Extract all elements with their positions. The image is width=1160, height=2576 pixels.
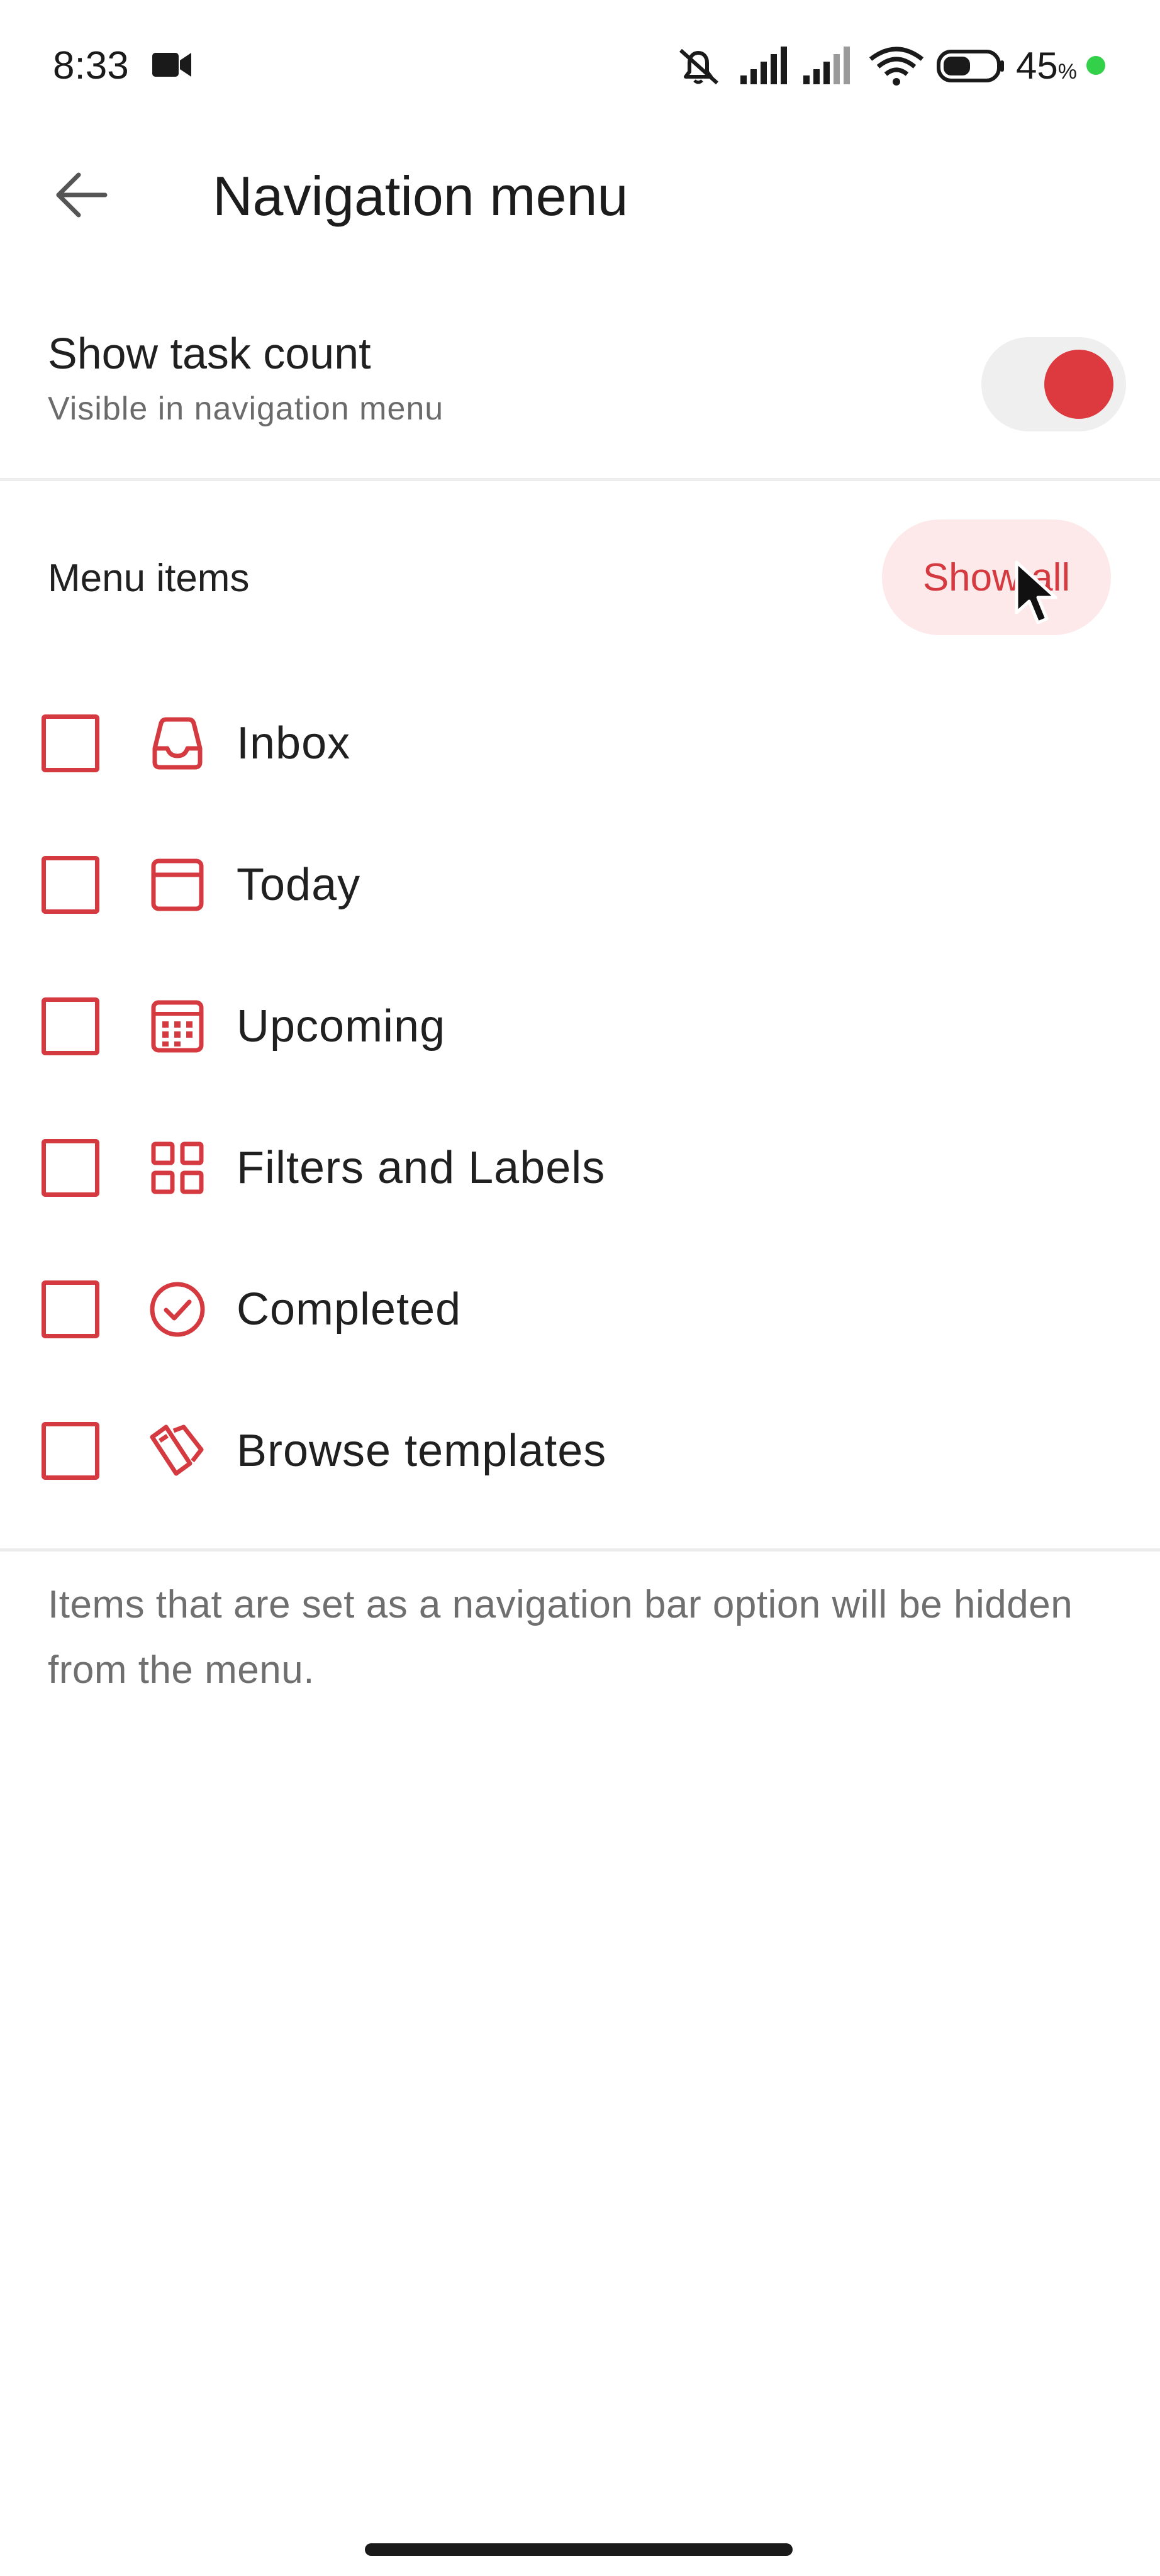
status-time: 8:33 (53, 44, 129, 87)
battery-percentage: 45% (1016, 45, 1077, 87)
setting-title: Show task count (48, 329, 371, 378)
menu-item-label: Upcoming (237, 1001, 446, 1052)
menu-item-label: Inbox (237, 718, 351, 769)
show-all-button[interactable]: Show all (882, 519, 1111, 635)
mute-notifications-icon (679, 48, 719, 85)
menu-item-label: Completed (237, 1284, 462, 1335)
show-task-count-row[interactable]: Show task count Visible in navigation me… (0, 327, 1160, 478)
grid-icon (151, 1141, 204, 1194)
signal-strength-icon (740, 47, 787, 84)
menu-item-inbox[interactable]: Inbox (0, 692, 1160, 792)
today-checkbox[interactable] (42, 856, 99, 914)
menu-item-completed[interactable]: Completed (0, 1258, 1160, 1358)
charging-dot (1086, 56, 1105, 75)
templates-icon (150, 1424, 204, 1476)
toggle-thumb (1044, 350, 1113, 419)
page-title: Navigation menu (213, 165, 628, 227)
signal-strength-secondary-icon (803, 47, 850, 84)
divider (0, 1548, 1160, 1552)
wifi-icon (869, 47, 924, 86)
today-icon (151, 858, 204, 911)
arrow-left-icon (56, 172, 108, 218)
battery-icon (937, 50, 1004, 82)
completed-checkbox[interactable] (42, 1280, 99, 1338)
menu-item-upcoming[interactable]: Upcoming (0, 975, 1160, 1075)
setting-subtitle: Visible in navigation menu (48, 391, 444, 427)
menu-item-label: Browse templates (237, 1426, 607, 1476)
status-bar: 8:33 45% (0, 0, 1160, 132)
menu-item-label: Today (237, 860, 361, 910)
menu-item-label: Filters and Labels (237, 1143, 606, 1193)
browse-templates-checkbox[interactable] (42, 1422, 99, 1480)
footer-note: Items that are set as a navigation bar o… (48, 1583, 1073, 1692)
check-circle-icon (150, 1282, 205, 1337)
calendar-icon (151, 1000, 204, 1053)
upcoming-checkbox[interactable] (42, 997, 99, 1055)
menu-item-filters-and-labels[interactable]: Filters and Labels (0, 1116, 1160, 1217)
divider (0, 478, 1160, 481)
task-count-toggle[interactable] (981, 337, 1126, 431)
inbox-checkbox[interactable] (42, 714, 99, 772)
inbox-icon (152, 717, 203, 770)
menu-item-today[interactable]: Today (0, 833, 1160, 934)
video-camera-icon (152, 53, 191, 77)
back-button[interactable] (44, 157, 120, 233)
menu-item-browse-templates[interactable]: Browse templates (0, 1399, 1160, 1500)
home-indicator[interactable] (365, 2543, 793, 2556)
menu-items-header: Menu items (48, 557, 250, 600)
filters-and-labels-checkbox[interactable] (42, 1139, 99, 1197)
